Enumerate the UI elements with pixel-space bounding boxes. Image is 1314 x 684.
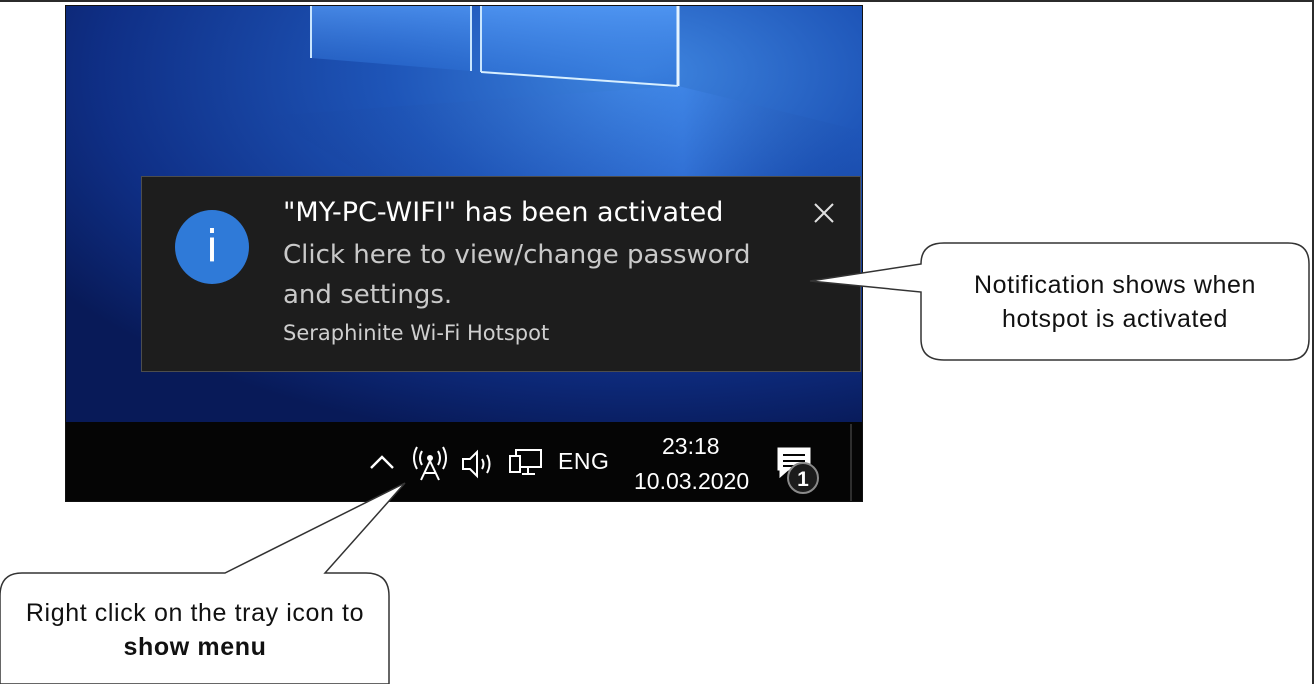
network-icon[interactable]	[508, 446, 544, 480]
info-icon: i	[175, 210, 249, 284]
notification-callout-text: Notification shows when hotspot is activ…	[974, 271, 1256, 333]
close-icon[interactable]	[810, 199, 838, 227]
tray-callout-prefix: Right click on the tray icon to	[25, 599, 365, 627]
info-icon-glyph: i	[205, 221, 219, 272]
hotspot-notification-toast[interactable]: i "MY-PC-WIFI" has been activated Click …	[141, 176, 861, 372]
page-border-top	[0, 0, 1314, 2]
taskbar: ENG 23:18 10.03.2020 1	[66, 422, 862, 501]
notification-count-badge: 1	[797, 468, 809, 491]
chevron-up-icon[interactable]	[368, 448, 396, 478]
clock-date[interactable]: 10.03.2020	[634, 468, 749, 495]
notification-source: Seraphinite Wi-Fi Hotspot	[283, 321, 550, 345]
desktop-screenshot: i "MY-PC-WIFI" has been activated Click …	[65, 5, 863, 502]
action-center-icon[interactable]: 1	[772, 444, 828, 496]
hotspot-tray-icon[interactable]	[410, 444, 450, 482]
clock-time[interactable]: 23:18	[662, 433, 720, 460]
notification-body: Click here to view/change password and s…	[283, 240, 751, 310]
tray-callout-bold: show menu	[123, 633, 267, 661]
notification-title: "MY-PC-WIFI" has been activated	[283, 197, 724, 228]
volume-icon[interactable]	[460, 448, 496, 480]
language-indicator[interactable]: ENG	[558, 448, 609, 475]
tray-callout-text: Right click on the tray icon to show men…	[20, 596, 370, 664]
show-desktop-divider	[850, 424, 852, 501]
